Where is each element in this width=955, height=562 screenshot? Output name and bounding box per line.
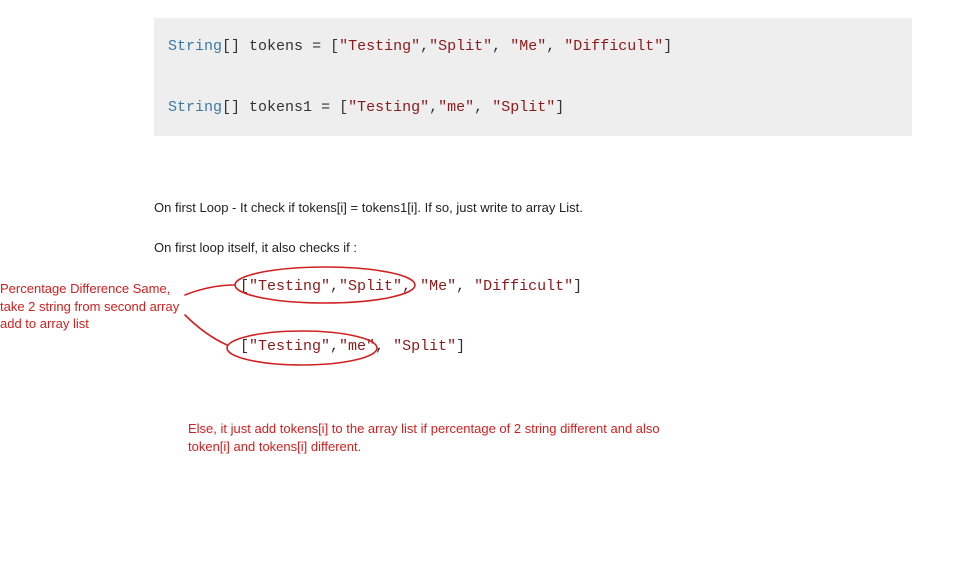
string-literal: "me" (339, 338, 375, 355)
equals-sign: = (312, 38, 321, 55)
string-literal: "Difficult" (564, 38, 663, 55)
comma: , (546, 38, 564, 55)
brackets: [] (222, 38, 240, 55)
keyword-string: String (168, 38, 222, 55)
keyword-string: String (168, 99, 222, 116)
string-literal: "Me" (420, 278, 456, 295)
bracket-close: ] (663, 38, 672, 55)
bracket-open: [ (240, 278, 249, 295)
bracket-open: [ (339, 99, 348, 116)
string-literal: "Testing" (249, 338, 330, 355)
array-example-2: ["Testing","me", "Split"] (230, 330, 590, 363)
comma: , (330, 278, 339, 295)
code-line-tokens: String[] tokens = ["Testing","Split", "M… (168, 36, 898, 57)
string-literal: "Testing" (249, 278, 330, 295)
string-literal: "Testing" (348, 99, 429, 116)
comma: , (474, 99, 492, 116)
note-else-branch: Else, it just add tokens[i] to the array… (188, 420, 688, 455)
comma: , (456, 278, 474, 295)
bracket-open: [ (240, 338, 249, 355)
string-literal: "Split" (339, 278, 402, 295)
comma: , (492, 38, 510, 55)
string-literal: "Difficult" (474, 278, 573, 295)
string-literal: "Split" (393, 338, 456, 355)
comma: , (402, 278, 420, 295)
string-literal: "Split" (492, 99, 555, 116)
string-literal: "me" (438, 99, 474, 116)
code-line-tokens1: String[] tokens1 = ["Testing","me", "Spl… (168, 97, 898, 118)
bracket-close: ] (555, 99, 564, 116)
explain-first-loop: On first Loop - It check if tokens[i] = … (154, 200, 583, 215)
string-literal: "Me" (510, 38, 546, 55)
brackets: [] (222, 99, 240, 116)
bracket-close: ] (456, 338, 465, 355)
var-tokens: tokens (249, 38, 303, 55)
explain-also-checks: On first loop itself, it also checks if … (154, 240, 357, 255)
code-block-declarations: String[] tokens = ["Testing","Split", "M… (154, 18, 912, 136)
comma: , (420, 38, 429, 55)
comma: , (429, 99, 438, 116)
var-tokens1: tokens1 (249, 99, 312, 116)
string-literal: "Split" (429, 38, 492, 55)
comma: , (330, 338, 339, 355)
bracket-open: [ (330, 38, 339, 55)
string-literal: "Testing" (339, 38, 420, 55)
array-example-1: ["Testing","Split", "Me", "Difficult"] (230, 270, 670, 303)
equals-sign: = (321, 99, 330, 116)
note-percentage-same: Percentage Difference Same, take 2 strin… (0, 280, 190, 333)
bracket-close: ] (573, 278, 582, 295)
comma: , (375, 338, 393, 355)
